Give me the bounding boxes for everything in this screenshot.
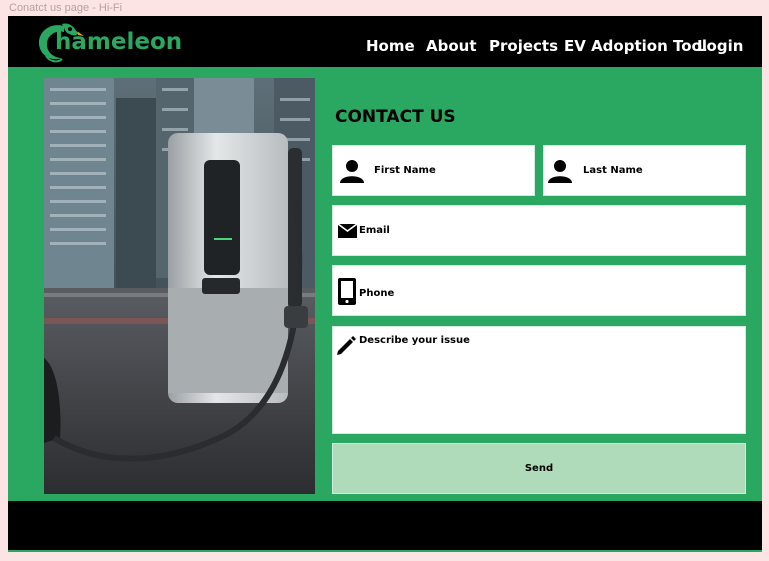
nav-projects[interactable]: Projects [489,37,558,55]
first-name-field[interactable]: First Name [332,145,535,196]
nav-about[interactable]: About [426,37,477,55]
email-field[interactable]: Email [332,205,746,256]
header: hameleon Home About Projects EV Adoption… [8,16,762,67]
send-label: Send [524,463,554,474]
nav-home[interactable]: Home [366,37,415,55]
first-name-label: First Name [374,165,436,176]
contact-title: CONTACT US [335,107,456,127]
nav-login[interactable]: Login [697,37,743,55]
phone-label: Phone [359,288,395,299]
nav-ev-adoption-tool[interactable]: EV Adoption Tool [564,37,707,55]
phone-field[interactable]: Phone [332,265,746,316]
frame-label: Conatct us page - Hi-Fi [9,2,123,14]
phone-icon [338,278,356,305]
contact-page: hameleon Home About Projects EV Adoption… [8,16,762,552]
footer [8,501,762,550]
ev-charger-photo [44,78,315,494]
envelope-icon [338,224,357,238]
last-name-label: Last Name [583,165,643,176]
person-icon [340,160,364,183]
last-name-field[interactable]: Last Name [543,145,746,196]
pencil-icon [337,336,356,355]
person-icon [548,160,572,183]
brand-name[interactable]: hameleon [55,29,182,55]
issue-label: Describe your issue [359,335,470,346]
email-label: Email [359,225,390,236]
issue-textarea[interactable]: Describe your issue [332,326,746,434]
send-button[interactable]: Send [332,443,746,494]
